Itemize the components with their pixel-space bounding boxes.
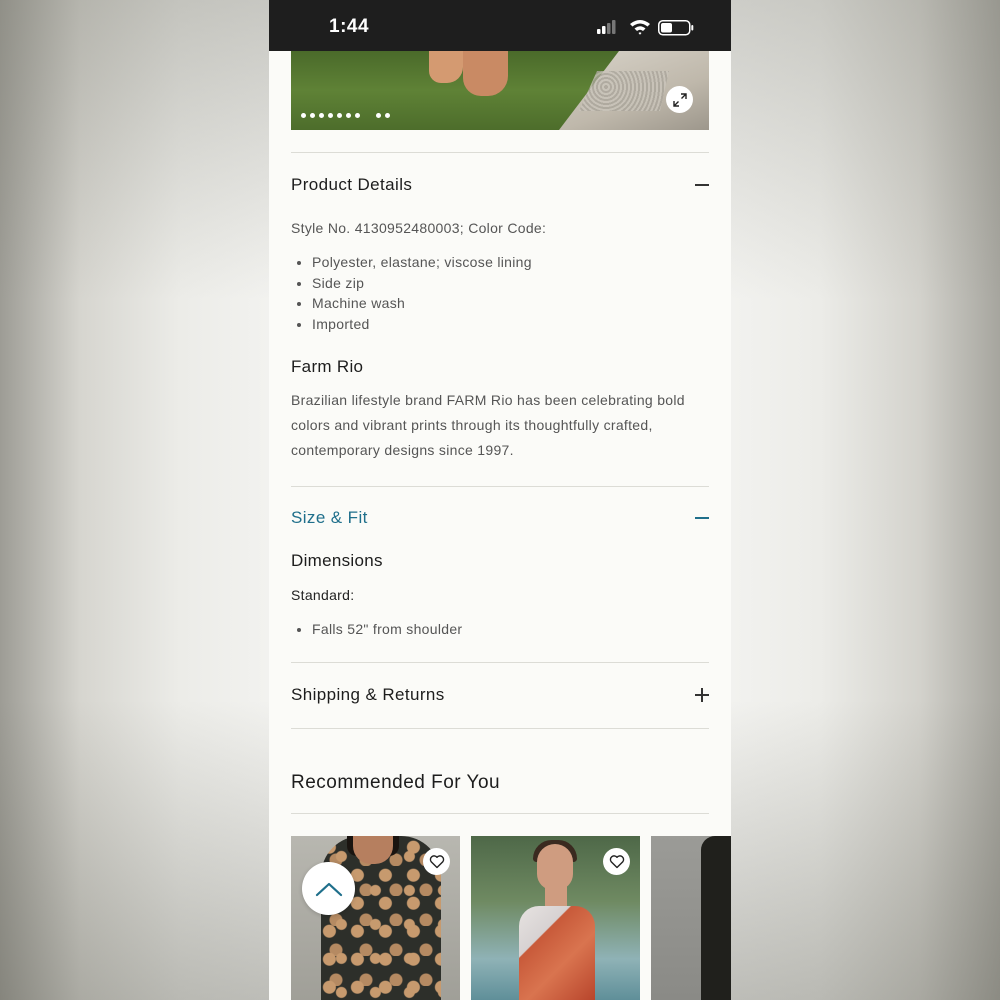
- model-head: [537, 844, 573, 890]
- shipping-returns-heading[interactable]: Shipping & Returns: [291, 685, 445, 705]
- carousel-dots[interactable]: [301, 111, 390, 119]
- product-image-carousel[interactable]: [291, 51, 709, 130]
- carousel-dot[interactable]: [337, 112, 342, 118]
- list-item: Falls 52" from shoulder: [291, 619, 462, 640]
- hero-foot-right: [463, 51, 508, 96]
- wishlist-button[interactable]: [423, 848, 450, 875]
- product-details-toggle[interactable]: [695, 178, 709, 192]
- scroll-to-top-button[interactable]: [302, 862, 355, 915]
- model-dark-dress: [701, 836, 731, 1000]
- divider: [291, 813, 709, 814]
- brand-description: Brazilian lifestyle brand FARM Rio has b…: [291, 392, 685, 458]
- expand-button[interactable]: [666, 86, 693, 113]
- carousel-dot[interactable]: [376, 112, 381, 118]
- style-number: Style No. 4130952480003; Color Code:: [291, 220, 547, 236]
- product-details-heading[interactable]: Product Details: [291, 175, 412, 195]
- brand-name: Farm Rio: [291, 357, 364, 376]
- cellular-signal-icon: [597, 20, 616, 34]
- list-item: Polyester, elastane; viscose lining: [291, 252, 532, 273]
- background-blur-right: [731, 0, 1000, 1000]
- wishlist-button[interactable]: [603, 848, 630, 875]
- shipping-returns-toggle[interactable]: [695, 688, 709, 702]
- size-fit-toggle[interactable]: [695, 511, 709, 525]
- plus-icon-vertical: [701, 688, 703, 702]
- wifi-icon: [630, 20, 650, 35]
- chevron-up-icon: [315, 882, 342, 896]
- status-icons: [597, 18, 697, 36]
- list-item: Machine wash: [291, 293, 532, 314]
- carousel-dot[interactable]: [319, 112, 324, 118]
- heart-icon: [609, 855, 624, 869]
- dimensions-heading: Dimensions: [291, 551, 383, 570]
- model-patterned-dress: [519, 906, 595, 1000]
- battery-icon: [658, 20, 694, 36]
- list-item: Side zip: [291, 273, 532, 294]
- minus-icon: [695, 517, 709, 519]
- size-fit-heading[interactable]: Size & Fit: [291, 508, 368, 528]
- list-item: Imported: [291, 314, 532, 335]
- product-details-list: Polyester, elastane; viscose lining Side…: [291, 252, 532, 334]
- divider: [291, 152, 709, 153]
- heart-icon: [429, 855, 444, 869]
- product-card[interactable]: [651, 836, 731, 1000]
- minus-icon: [695, 184, 709, 186]
- hero-gravel-shape: [579, 71, 669, 111]
- standard-label: Standard:: [291, 587, 355, 603]
- carousel-dot[interactable]: [385, 112, 390, 118]
- hero-foot-left: [429, 51, 463, 83]
- background-blur-left: [0, 0, 269, 1000]
- carousel-dot[interactable]: [328, 112, 333, 118]
- divider: [291, 486, 709, 487]
- expand-icon: [672, 92, 687, 107]
- product-card[interactable]: [291, 836, 460, 1000]
- status-bar: 1:44: [269, 0, 731, 51]
- product-card[interactable]: [471, 836, 640, 1000]
- size-fit-list: Falls 52" from shoulder: [291, 619, 462, 640]
- recommended-heading: Recommended For You: [291, 772, 501, 793]
- carousel-dot[interactable]: [310, 112, 315, 118]
- divider: [291, 728, 709, 729]
- carousel-dot[interactable]: [355, 112, 360, 118]
- carousel-dot[interactable]: [346, 112, 351, 118]
- phone-screen: 1:44 Product Details Style No. 413095248…: [269, 0, 731, 1000]
- carousel-dot-active-gap: [364, 113, 372, 118]
- divider: [291, 662, 709, 663]
- carousel-dot[interactable]: [301, 112, 306, 118]
- status-time: 1:44: [329, 16, 370, 37]
